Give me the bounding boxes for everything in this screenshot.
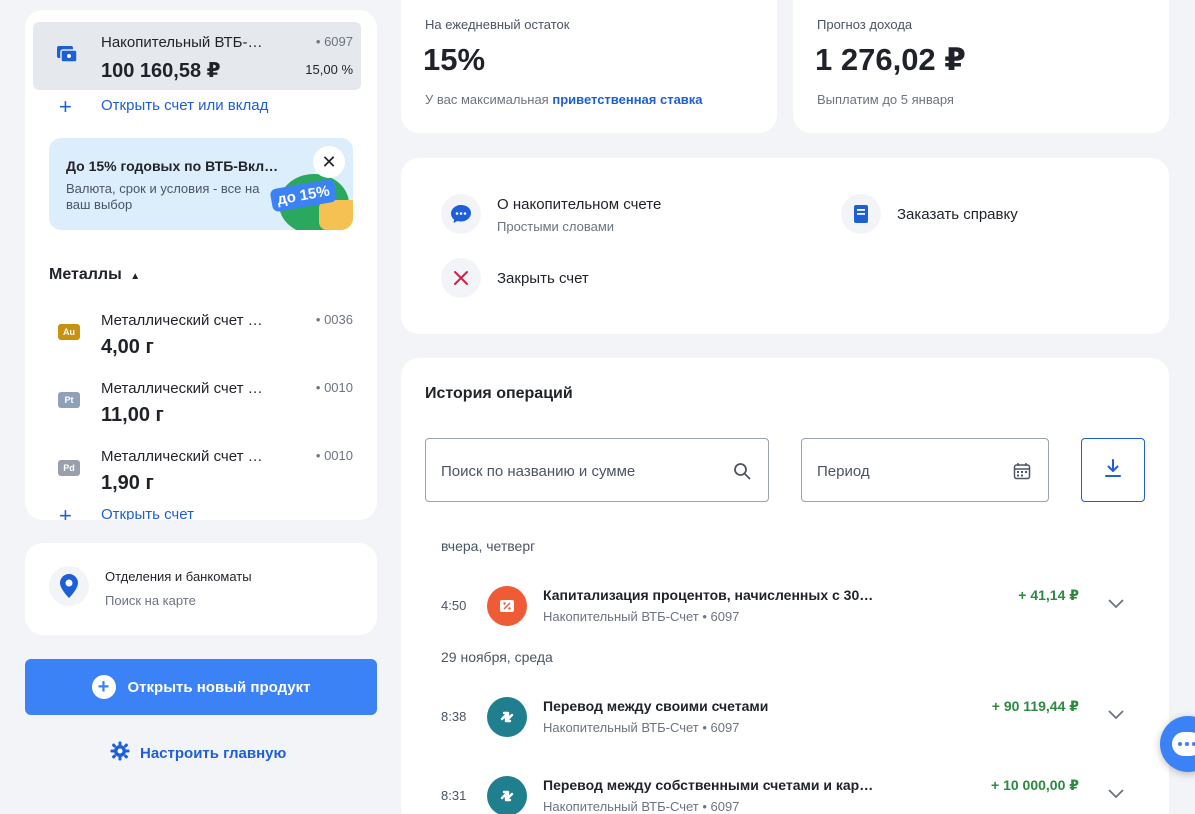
account-number: • 0036: [315, 312, 353, 327]
account-balance: 100 160,58 ₽: [101, 60, 221, 82]
account-name: Металлический счет …: [101, 312, 263, 329]
history-title: История операций: [425, 385, 573, 402]
welcome-rate-link[interactable]: приветственная ставка: [552, 92, 702, 107]
period-input[interactable]: Период: [801, 438, 1049, 502]
account-rate: 15,00 %: [305, 62, 353, 77]
document-icon: [841, 194, 881, 234]
branches-subtitle: Поиск на карте: [105, 593, 196, 608]
chevron-down-icon[interactable]: [1107, 596, 1125, 614]
download-icon: [1103, 458, 1123, 483]
close-icon[interactable]: ✕: [313, 146, 345, 178]
branches-title: Отделения и банкоматы: [105, 569, 252, 584]
account-name: Металлический счет …: [101, 448, 263, 465]
transaction-row[interactable]: 8:31 Перевод между собственными счетами …: [401, 768, 1169, 814]
close-account-title: Закрыть счет: [497, 270, 589, 287]
download-button[interactable]: [1081, 438, 1145, 502]
income-forecast-card: Прогноз дохода 1 276,02 ₽ Выплатим до 5 …: [793, 0, 1169, 133]
open-new-product-label: Открыть новый продукт: [127, 678, 311, 696]
savings-account-item[interactable]: Накопительный ВТБ-… • 6097 100 160,58 ₽ …: [33, 22, 361, 90]
transaction-time: 8:38: [441, 709, 467, 724]
percent-icon: [487, 586, 527, 626]
transaction-time: 4:50: [441, 598, 467, 613]
transaction-time: 8:31: [441, 788, 467, 803]
transaction-name: Перевод между собственными счетами и кар…: [543, 777, 874, 793]
date-header: 29 ноября, среда: [441, 649, 553, 665]
income-subtitle: Выплатим до 5 января: [817, 92, 954, 107]
promo-banner[interactable]: До 15% годовых по ВТБ-Вкл… Валюта, срок …: [49, 138, 353, 230]
account-name: Накопительный ВТБ-…: [101, 34, 263, 51]
chat-bubble-icon: [441, 194, 481, 234]
order-statement-title: Заказать справку: [897, 206, 1018, 223]
caret-up-icon: ▲: [130, 271, 141, 282]
gold-icon: Au: [58, 324, 80, 340]
chat-icon: [1172, 732, 1195, 756]
period-placeholder: Период: [817, 463, 870, 480]
history-search-input[interactable]: Поиск по названию и сумме: [425, 438, 769, 502]
open-account-label: Открыть счет или вклад: [101, 97, 269, 114]
date-header: вчера, четверг: [441, 538, 536, 554]
promo-coins-illustration: [319, 200, 353, 230]
location-pin-icon: [49, 566, 89, 606]
account-balance: 11,00 г: [101, 404, 164, 426]
metal-account-item[interactable]: Pd Металлический счет … • 0010 1,90 г: [33, 436, 361, 504]
income-label: Прогноз дохода: [817, 17, 913, 32]
account-name: Металлический счет …: [101, 380, 263, 397]
savings-account-icon: [55, 42, 79, 66]
transaction-name: Перевод между своими счетами: [543, 698, 769, 714]
transaction-account: Накопительный ВТБ-Счет • 6097: [543, 799, 740, 814]
transfer-icon: [487, 776, 527, 814]
transfer-icon: [487, 697, 527, 737]
rate-card: На ежедневный остаток 15% У вас максимал…: [401, 0, 777, 133]
transaction-row[interactable]: 8:38 Перевод между своими счетами Накопи…: [401, 689, 1169, 749]
rate-value: 15%: [423, 42, 486, 77]
transaction-row[interactable]: 4:50 Капитализация процентов, начисленны…: [401, 578, 1169, 638]
transaction-name: Капитализация процентов, начисленных с 3…: [543, 587, 874, 603]
chevron-down-icon[interactable]: [1107, 786, 1125, 804]
close-icon: [441, 258, 481, 298]
promo-title: До 15% годовых по ВТБ-Вкл…: [66, 158, 279, 174]
transaction-amount: + 90 119,44 ₽: [991, 698, 1079, 714]
plus-icon: +: [59, 94, 72, 119]
plus-icon: +: [91, 675, 116, 699]
about-account-title: О накопительном счете: [497, 196, 662, 213]
metals-section-toggle[interactable]: Металлы ▲: [49, 266, 140, 284]
open-metal-account-label: Открыть счет: [101, 506, 194, 520]
rate-subtitle-text: У вас максимальная: [425, 92, 549, 107]
transaction-account: Накопительный ВТБ-Счет • 6097: [543, 720, 740, 735]
chevron-down-icon[interactable]: [1107, 707, 1125, 725]
metals-title: Металлы: [49, 266, 122, 283]
search-placeholder: Поиск по названию и сумме: [441, 463, 636, 480]
metal-account-item[interactable]: Pt Металлический счет … • 0010 11,00 г: [33, 368, 361, 436]
account-balance: 4,00 г: [101, 336, 154, 358]
rate-subtitle: У вас максимальная приветственная ставка: [425, 92, 703, 107]
customize-home-label: Настроить главную: [140, 744, 287, 762]
gear-icon: [110, 741, 130, 765]
promo-text: Валюта, срок и условия - все на ваш выбо…: [66, 181, 260, 212]
history-card: История операций Поиск по названию и сум…: [401, 358, 1169, 814]
plus-icon: +: [59, 503, 72, 520]
account-balance: 1,90 г: [101, 472, 154, 494]
customize-home-link[interactable]: Настроить главную: [110, 741, 286, 765]
platinum-icon: Pt: [58, 392, 80, 408]
rate-label: На ежедневный остаток: [425, 17, 570, 32]
search-icon: [732, 461, 752, 481]
income-value: 1 276,02 ₽: [815, 42, 966, 77]
about-account-subtitle: Простыми словами: [497, 219, 615, 234]
transaction-account: Накопительный ВТБ-Счет • 6097: [543, 609, 740, 624]
account-number: • 6097: [315, 34, 353, 49]
metal-account-item[interactable]: Au Металлический счет … • 0036 4,00 г: [33, 300, 361, 368]
account-actions-card: О накопительном счете Простыми словами З…: [401, 158, 1169, 334]
accounts-card: Накопительный ВТБ-… • 6097 100 160,58 ₽ …: [25, 10, 377, 520]
transaction-amount: + 41,14 ₽: [1018, 587, 1079, 603]
account-number: • 0010: [315, 448, 353, 463]
open-new-product-button[interactable]: + Открыть новый продукт: [25, 659, 377, 715]
calendar-icon: [1012, 461, 1032, 481]
branches-card[interactable]: Отделения и банкоматы Поиск на карте: [25, 543, 377, 635]
transaction-amount: + 10 000,00 ₽: [991, 777, 1079, 793]
palladium-icon: Pd: [58, 460, 80, 476]
account-number: • 0010: [315, 380, 353, 395]
